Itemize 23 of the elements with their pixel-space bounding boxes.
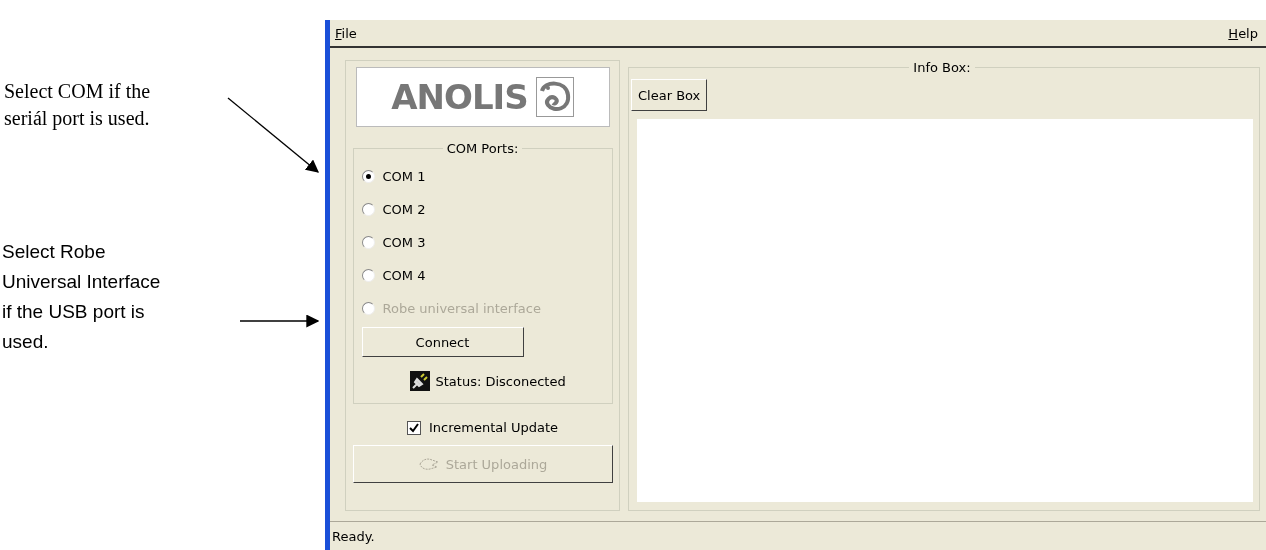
logo-text: ANOLIS xyxy=(391,77,528,117)
incremental-update-checkbox[interactable]: Incremental Update xyxy=(406,420,559,435)
group-title: Info Box: xyxy=(912,60,972,75)
plug-icon xyxy=(409,371,430,391)
radio-option[interactable]: COM 2 xyxy=(361,193,604,226)
radio-button[interactable] xyxy=(361,269,375,282)
radio-button[interactable] xyxy=(361,236,375,249)
radio-option[interactable]: COM 3 xyxy=(361,226,604,259)
connect-button[interactable]: Connect xyxy=(361,327,524,357)
status-bar-text: Ready. xyxy=(332,528,375,544)
radio-button[interactable] xyxy=(361,170,375,183)
group-title: COM Ports: xyxy=(445,141,520,156)
annotation-text: Select COM if the seriál port is used. xyxy=(4,79,152,132)
radio-option[interactable]: COM 4 xyxy=(361,259,604,292)
annotation-text: Select Robe Universal Interface if the USB port is used. xyxy=(2,240,162,354)
radio-button[interactable] xyxy=(361,203,375,216)
clear-box-button[interactable]: Clear Box xyxy=(631,79,708,111)
status-text: Status: Disconected xyxy=(435,373,566,389)
chameleon-icon xyxy=(535,77,574,117)
check-icon xyxy=(408,422,419,433)
menu-item[interactable]: File xyxy=(335,25,357,41)
menu-item[interactable]: Help xyxy=(1228,25,1258,41)
radio-option[interactable]: COM 1 xyxy=(361,160,604,193)
